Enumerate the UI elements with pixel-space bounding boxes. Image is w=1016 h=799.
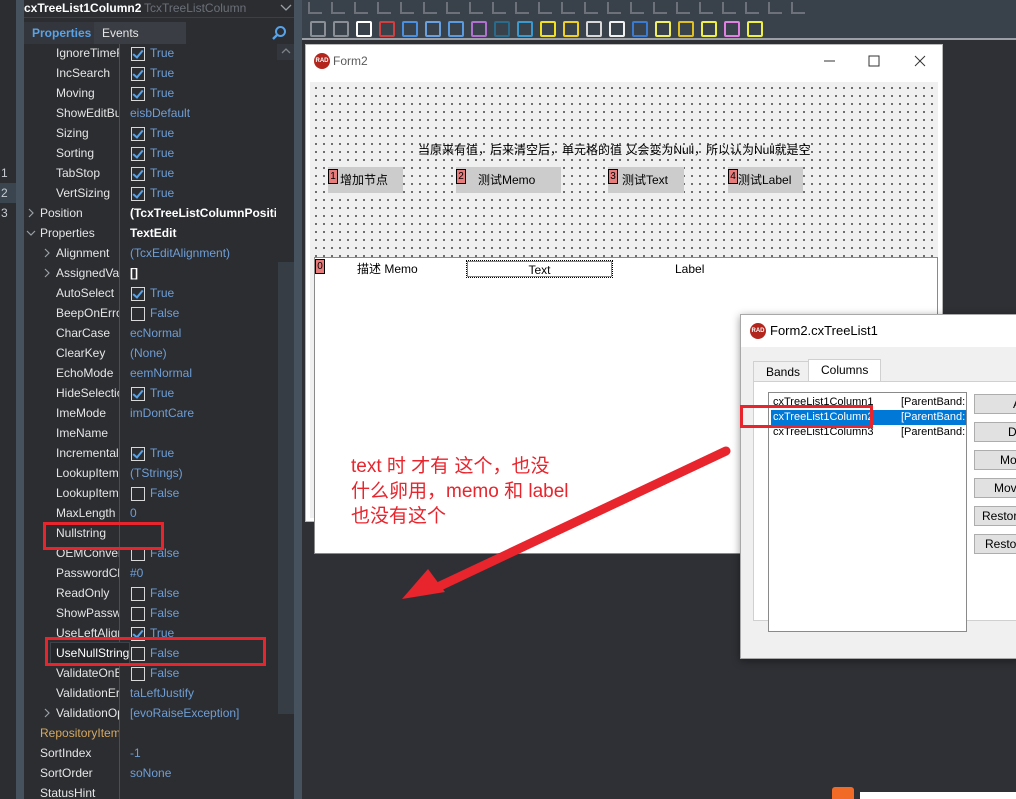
annotation-arrow — [402, 446, 731, 599]
taskbar-app-icon[interactable] — [832, 787, 854, 799]
arrow-head — [402, 569, 445, 599]
taskbar-window-edge — [860, 792, 1016, 799]
